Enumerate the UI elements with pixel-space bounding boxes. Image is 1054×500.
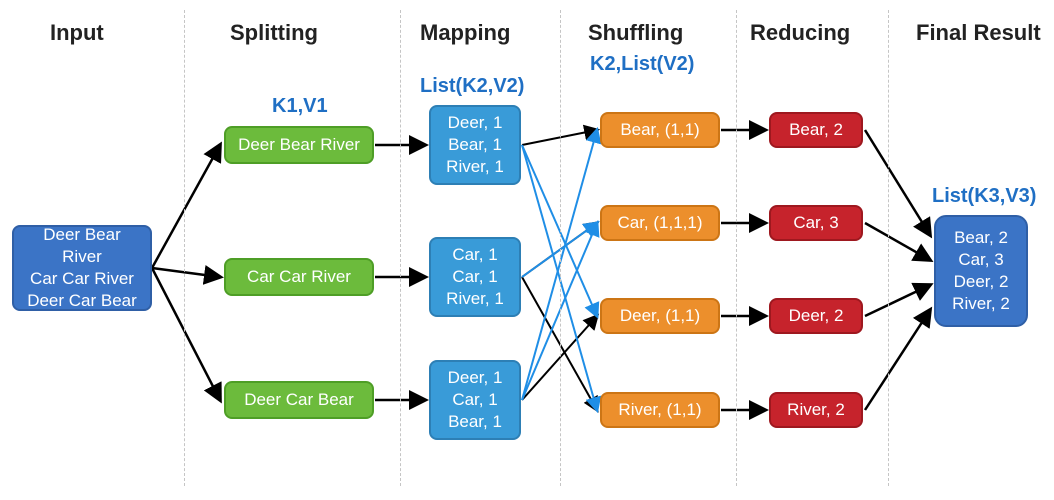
label-listk3: List(K3,V3) xyxy=(932,185,1036,208)
shuffle-box: Car, (1,1,1) xyxy=(600,205,720,241)
map-line: Deer, 1 xyxy=(448,367,503,389)
final-box: Bear, 2 Car, 3 Deer, 2 River, 2 xyxy=(934,215,1028,327)
divider xyxy=(560,10,561,486)
mapreduce-diagram: Input Splitting Mapping Shuffling Reduci… xyxy=(0,0,1054,500)
reduce-box: Bear, 2 xyxy=(769,112,863,148)
map-line: Bear, 1 xyxy=(448,411,502,433)
final-line: Deer, 2 xyxy=(954,271,1009,293)
label-listk2: List(K2,V2) xyxy=(420,75,524,98)
map-line: River, 1 xyxy=(446,156,504,178)
map-line: Car, 1 xyxy=(452,389,497,411)
label-k2list: K2,List(V2) xyxy=(590,53,694,76)
header-split: Splitting xyxy=(230,20,318,46)
map-box: Deer, 1 Car, 1 Bear, 1 xyxy=(429,360,521,440)
shuffle-box: River, (1,1) xyxy=(600,392,720,428)
label-k1v1: K1,V1 xyxy=(272,95,328,118)
reduce-box: Deer, 2 xyxy=(769,298,863,334)
header-shuf: Shuffling xyxy=(588,20,683,46)
shuffle-box: Deer, (1,1) xyxy=(600,298,720,334)
final-line: River, 2 xyxy=(952,293,1010,315)
reduce-box: River, 2 xyxy=(769,392,863,428)
map-line: Car, 1 xyxy=(452,244,497,266)
shuffle-box: Bear, (1,1) xyxy=(600,112,720,148)
arrows-layer xyxy=(0,0,1054,500)
map-box: Deer, 1 Bear, 1 River, 1 xyxy=(429,105,521,185)
final-line: Car, 3 xyxy=(958,249,1003,271)
final-line: Bear, 2 xyxy=(954,227,1008,249)
header-input: Input xyxy=(50,20,104,46)
divider xyxy=(888,10,889,486)
divider xyxy=(736,10,737,486)
input-box: Deer Bear River Car Car River Deer Car B… xyxy=(12,225,152,311)
map-line: River, 1 xyxy=(446,288,504,310)
split-box: Car Car River xyxy=(224,258,374,296)
header-map: Mapping xyxy=(420,20,510,46)
input-line: Deer Car Bear xyxy=(27,290,137,312)
header-final: Final Result xyxy=(916,20,1041,46)
divider xyxy=(184,10,185,486)
split-box: Deer Bear River xyxy=(224,126,374,164)
input-line: Car Car River xyxy=(30,268,134,290)
header-red: Reducing xyxy=(750,20,850,46)
input-line: Deer Bear River xyxy=(22,224,142,268)
divider xyxy=(400,10,401,486)
map-box: Car, 1 Car, 1 River, 1 xyxy=(429,237,521,317)
map-line: Car, 1 xyxy=(452,266,497,288)
split-box: Deer Car Bear xyxy=(224,381,374,419)
map-line: Bear, 1 xyxy=(448,134,502,156)
reduce-box: Car, 3 xyxy=(769,205,863,241)
map-line: Deer, 1 xyxy=(448,112,503,134)
